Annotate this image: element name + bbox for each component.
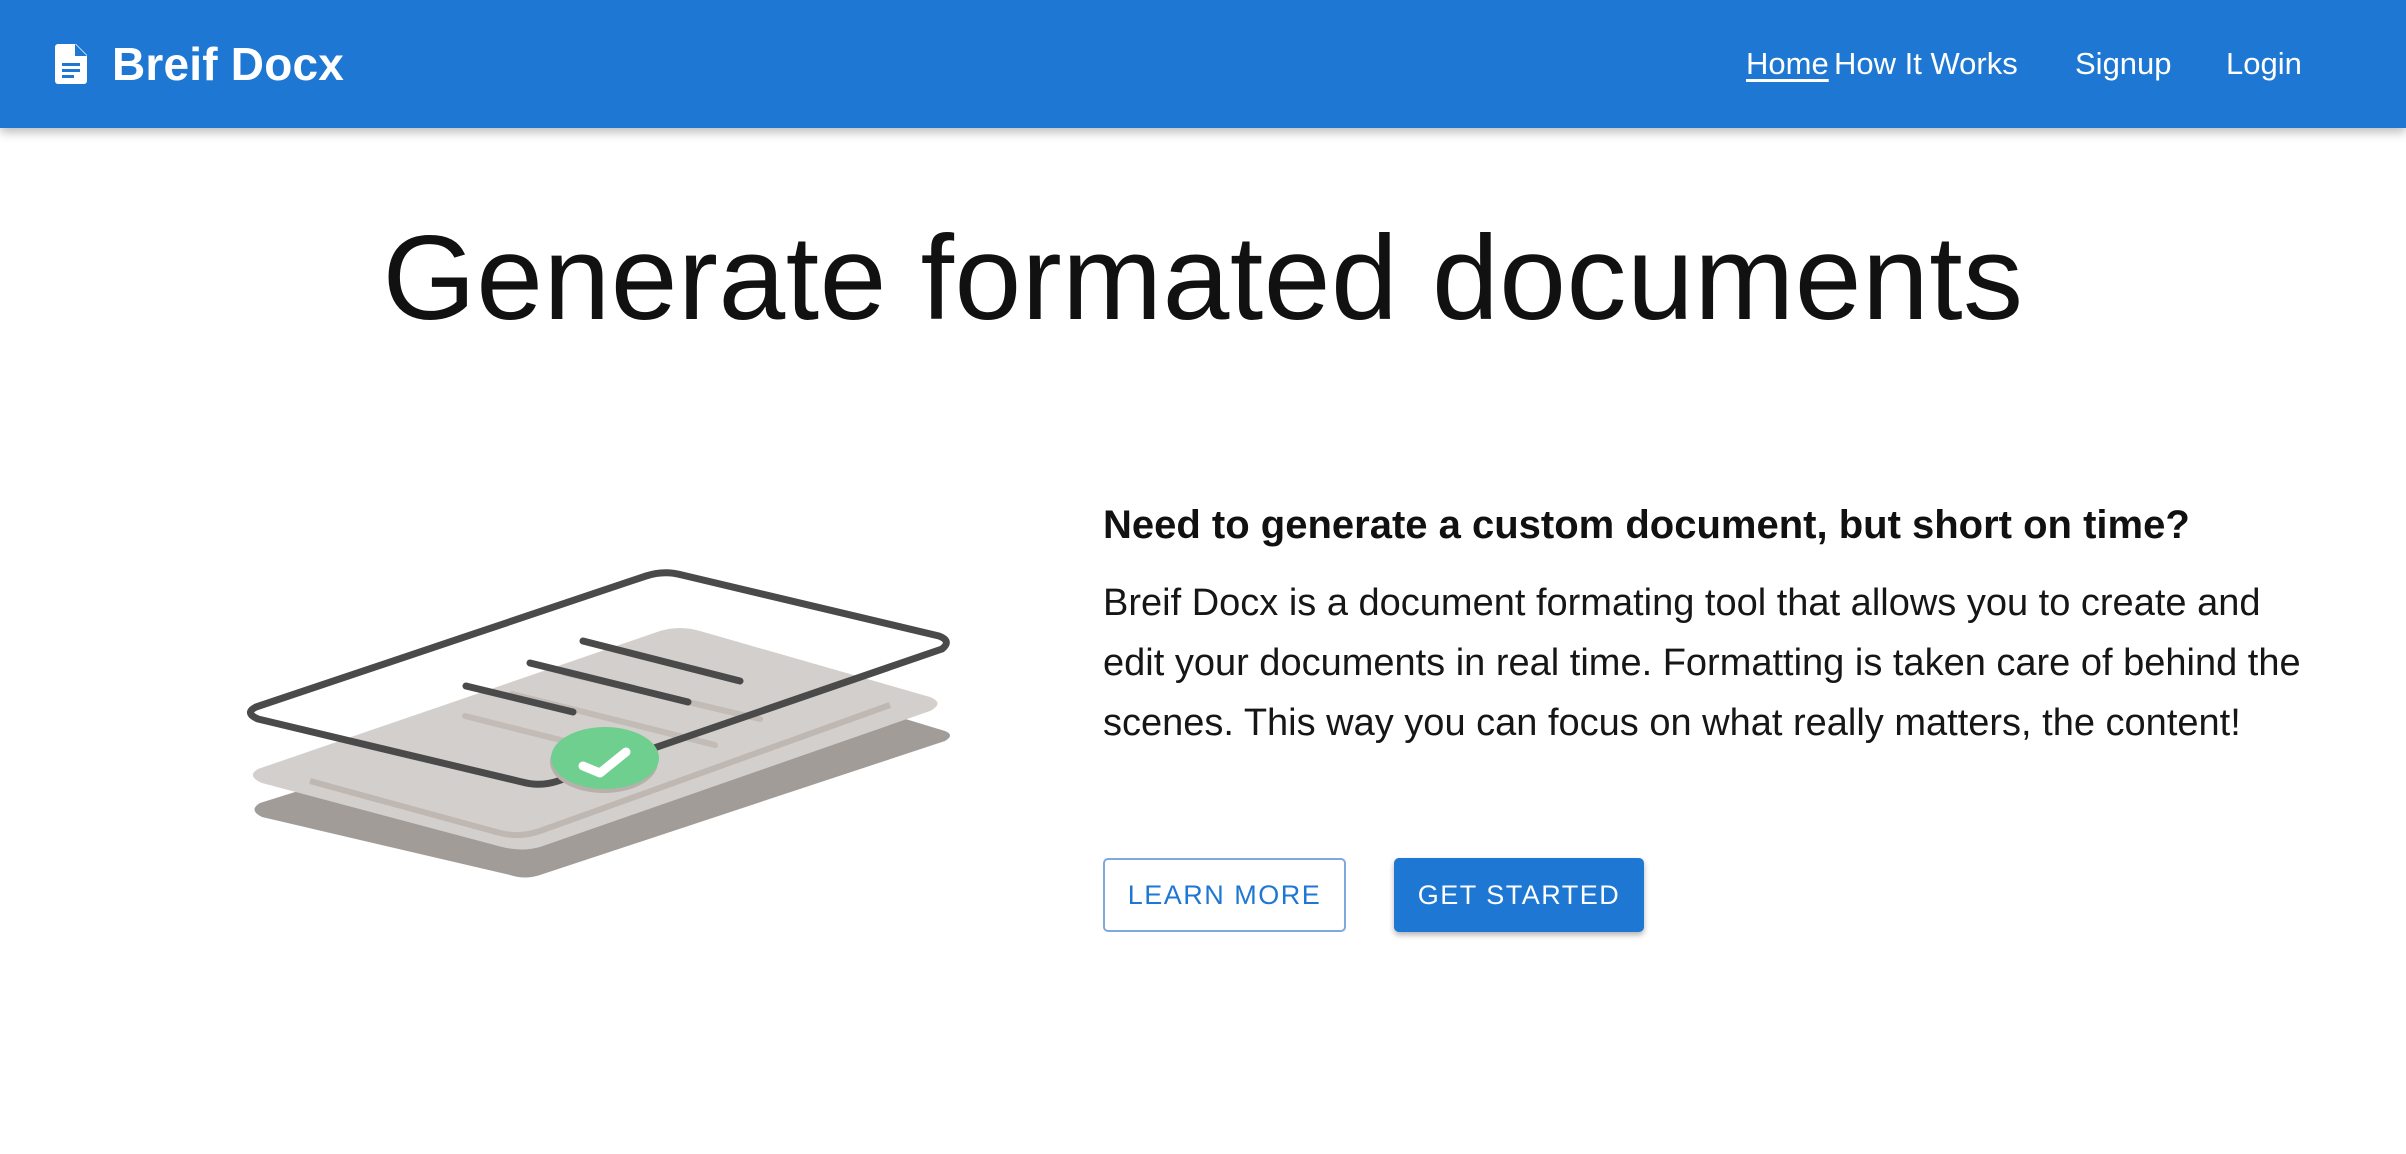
top-app-bar: Breif Docx Home How It Works Signup Logi… xyxy=(0,0,2406,128)
action-buttons: LEARN MORE GET STARTED xyxy=(1103,858,1644,932)
feature-heading: Need to generate a custom document, but … xyxy=(1103,503,2190,547)
learn-more-button[interactable]: LEARN MORE xyxy=(1103,858,1346,932)
nav-signup-link[interactable]: Signup xyxy=(2075,0,2172,128)
brand[interactable]: Breif Docx xyxy=(52,0,344,128)
nav-how-it-works-label: How It Works xyxy=(1834,46,2018,81)
document-stack-check-icon xyxy=(240,555,970,900)
nav-home-link[interactable]: Home xyxy=(1746,0,1829,128)
document-icon xyxy=(52,41,90,87)
get-started-button[interactable]: GET STARTED xyxy=(1394,858,1644,932)
nav-how-it-works-link[interactable]: How It Works xyxy=(1834,0,2018,128)
nav-login-link[interactable]: Login xyxy=(2226,0,2302,128)
brand-name: Breif Docx xyxy=(112,38,345,90)
hero-title: Generate formated documents xyxy=(382,211,2024,345)
feature-description: Breif Docx is a document formating tool … xyxy=(1103,582,2301,744)
nav-home-label: Home xyxy=(1746,46,1829,81)
nav-login-label: Login xyxy=(2226,46,2302,81)
feature-section: Need to generate a custom document, but … xyxy=(1103,495,2343,753)
nav-signup-label: Signup xyxy=(2075,46,2172,81)
